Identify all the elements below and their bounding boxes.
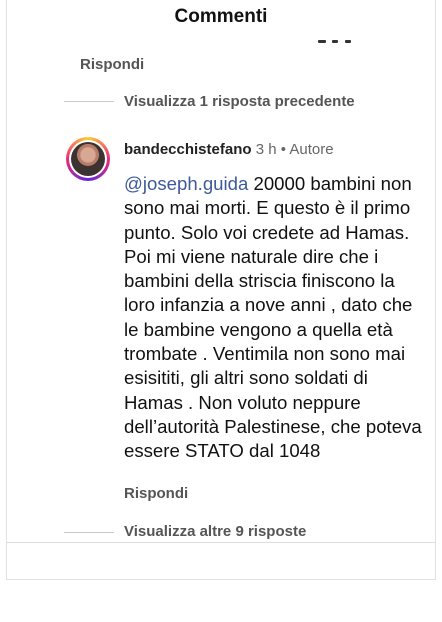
avatar[interactable] [66,137,110,181]
view-previous-replies-button[interactable]: Visualizza 1 risposta precedente [124,93,355,110]
avatar-photo [71,142,105,176]
comment-username[interactable]: bandecchistefano [124,141,252,158]
cut-off-text-fragment [318,40,354,44]
author-badge: Autore [289,141,334,158]
comment-body: 20000 bambini non sono mai morti. E ques… [124,173,422,462]
comment-time: 3 h [255,141,277,158]
avatar-ring [69,140,107,178]
comment-text: @joseph.guida 20000 bambini non sono mai… [124,172,424,464]
divider-line [64,101,114,102]
comment-mention[interactable]: @joseph.guida [124,173,248,194]
meta-separator: • [280,141,286,158]
reply-button[interactable]: Rispondi [124,485,188,502]
view-more-replies-button[interactable]: Visualizza altre 9 risposte [124,523,306,540]
comment-input-divider [6,542,436,543]
divider-line [64,532,114,533]
comment-meta: bandecchistefano 3 h • Autore [124,141,334,158]
page-title: Commenti [174,6,268,27]
reply-button-previous[interactable]: Rispondi [80,56,144,73]
